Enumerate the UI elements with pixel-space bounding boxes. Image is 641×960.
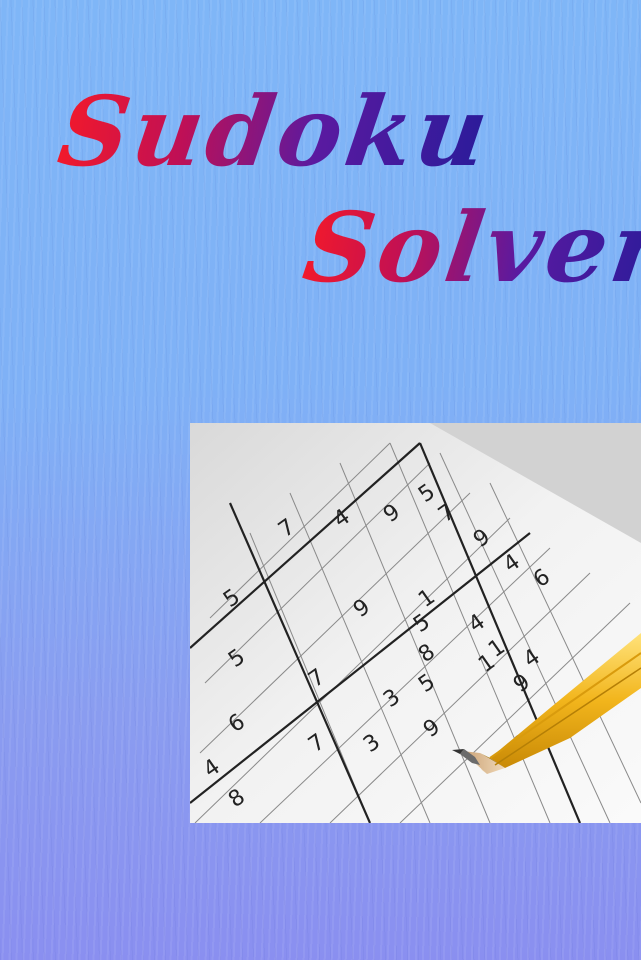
sudoku-pencil-photo: 74957946519541581735946739148: [190, 423, 641, 823]
title-word-sudoku: Sudoku: [52, 75, 499, 188]
title-word-solver: Solver: [297, 191, 641, 304]
